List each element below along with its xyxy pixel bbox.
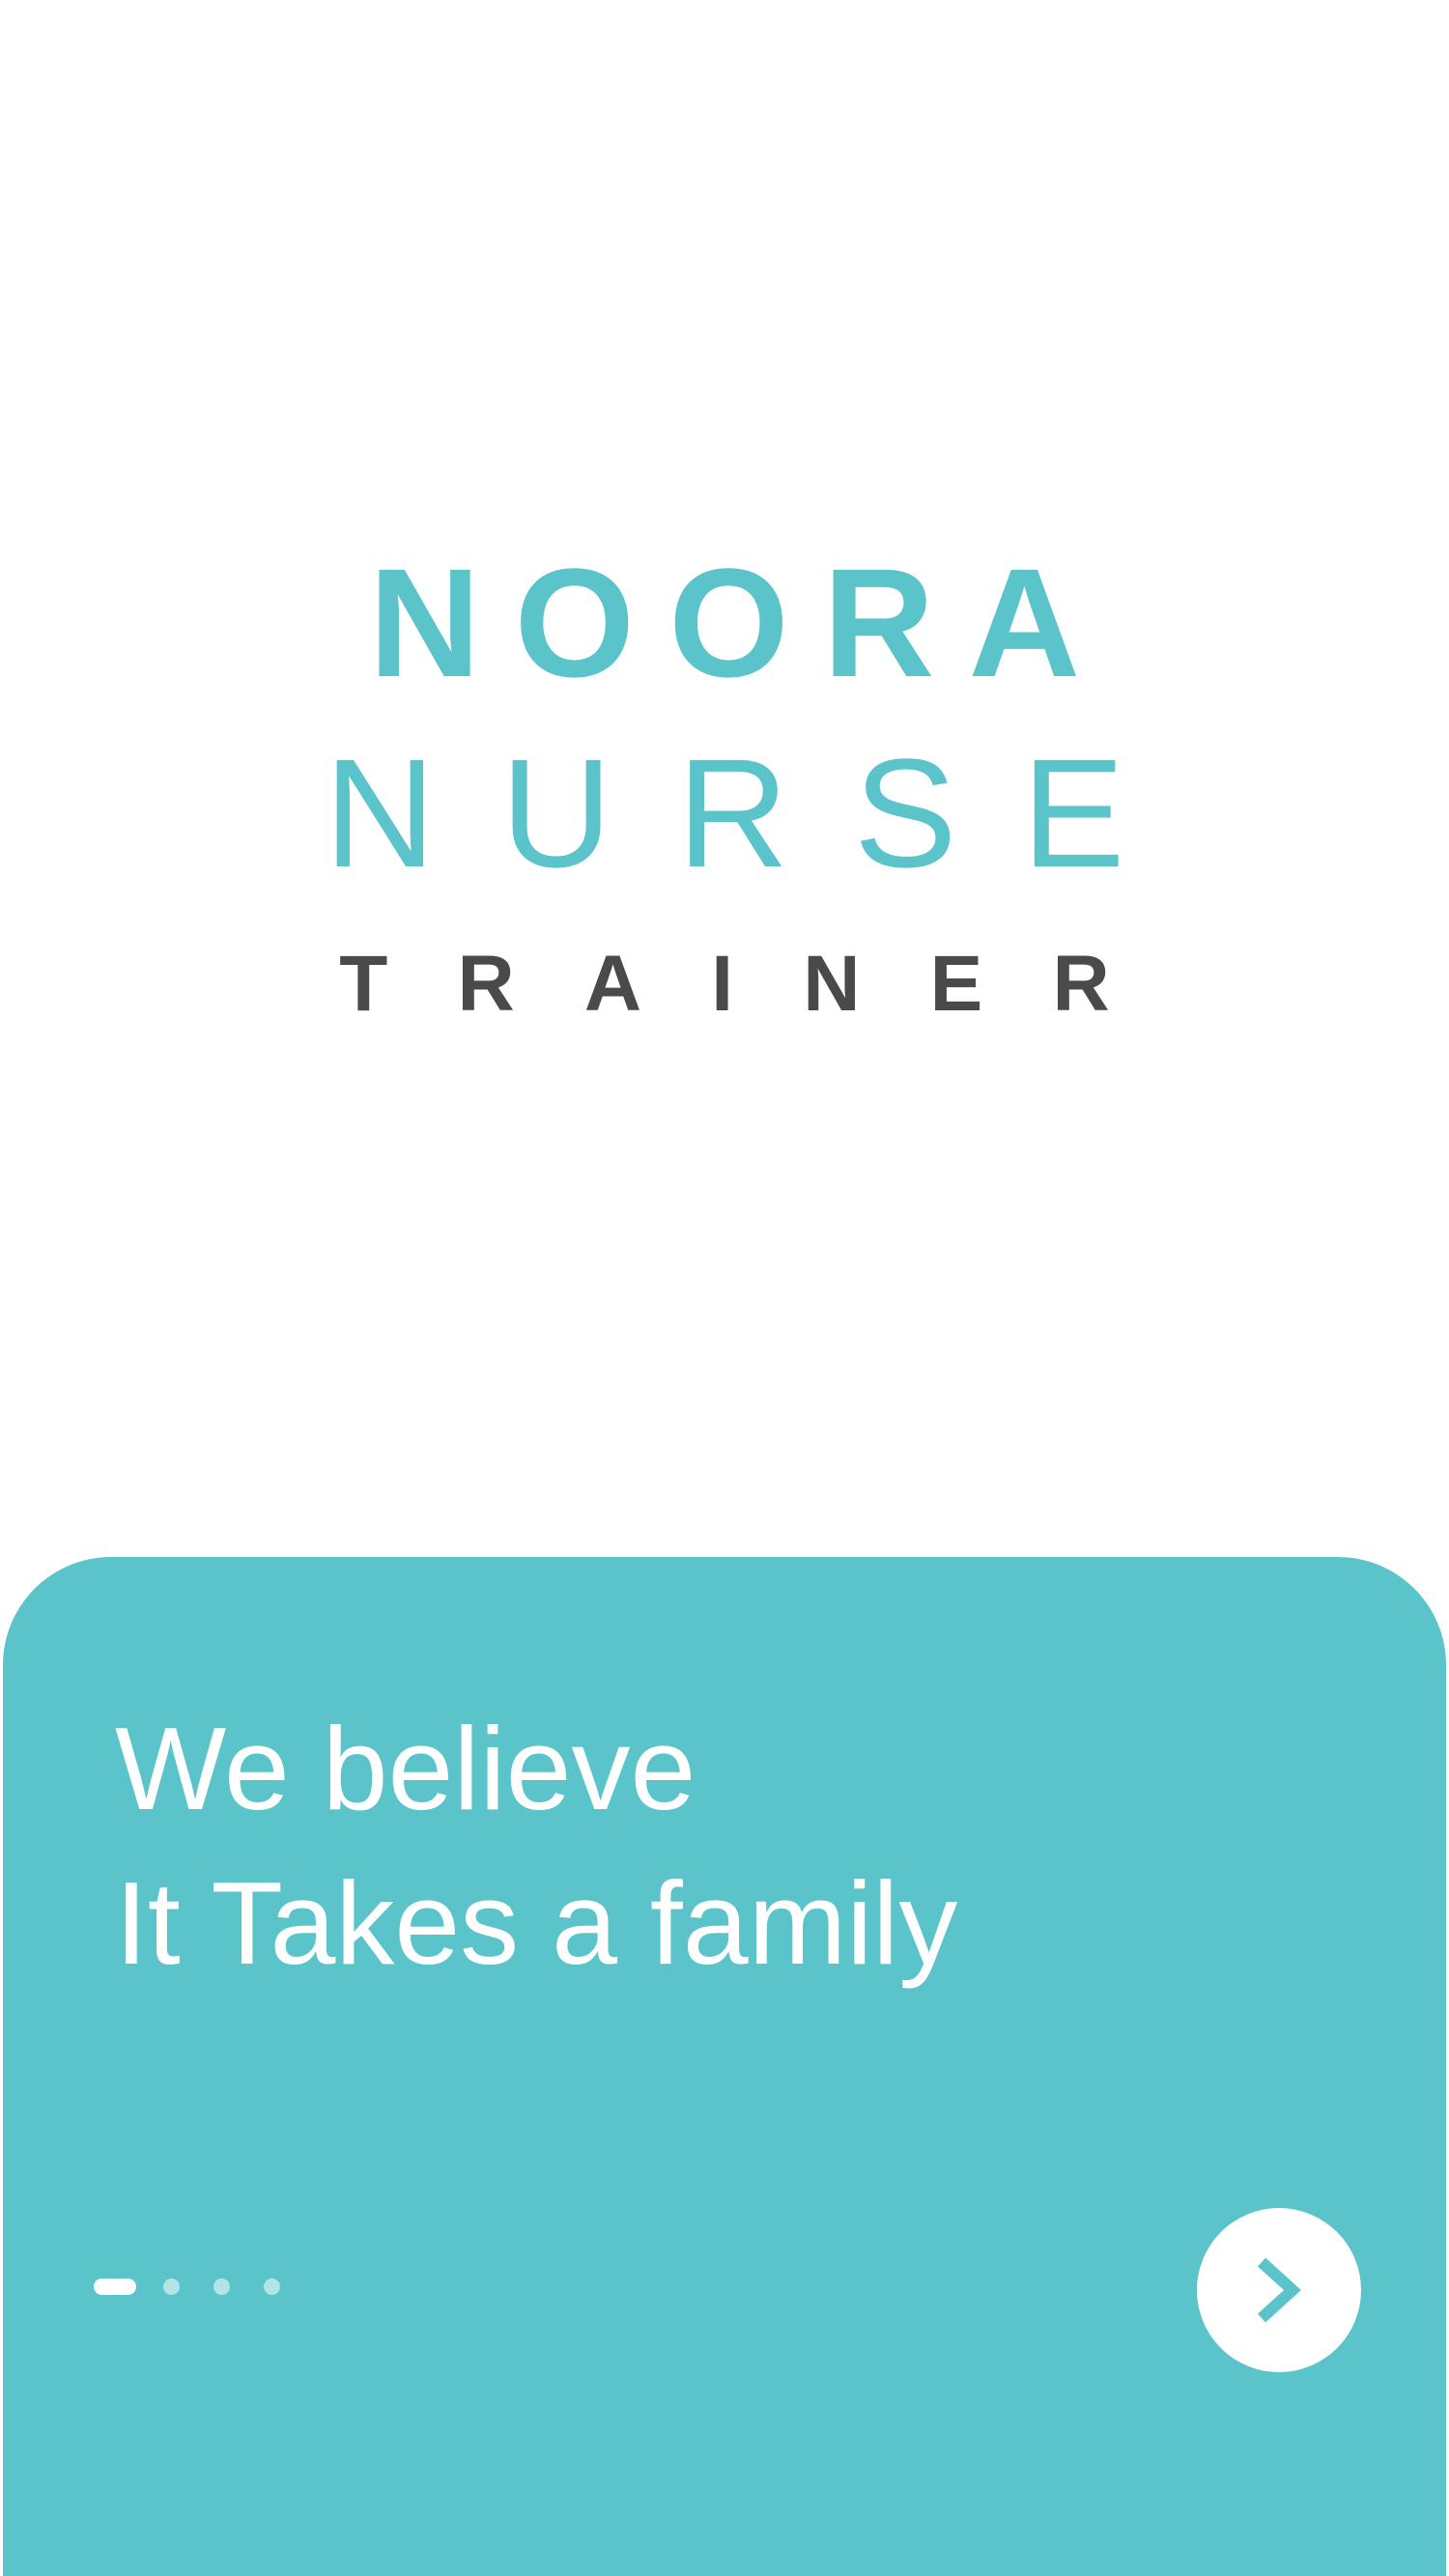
page-dot-active[interactable] xyxy=(94,2278,136,2295)
logo-nurse-text: NURSE xyxy=(324,726,1190,899)
next-button[interactable] xyxy=(1197,2208,1361,2372)
tagline-headline: It Takes a family xyxy=(115,1857,958,1989)
page-dot[interactable] xyxy=(264,2278,280,2295)
tagline-intro: We believe xyxy=(115,1703,696,1834)
page-indicator xyxy=(94,2275,314,2298)
app-logo: NOORA NURSE TRAINER xyxy=(0,0,1449,1062)
onboarding-card: We believe It Takes a family xyxy=(3,1557,1446,2576)
chevron-right-icon xyxy=(1257,2257,1301,2323)
page-dot[interactable] xyxy=(163,2278,180,2295)
page-dot[interactable] xyxy=(213,2278,230,2295)
logo-noora-text: NOORA xyxy=(368,536,1115,709)
logo-trainer-text: TRAINER xyxy=(339,940,1179,1028)
